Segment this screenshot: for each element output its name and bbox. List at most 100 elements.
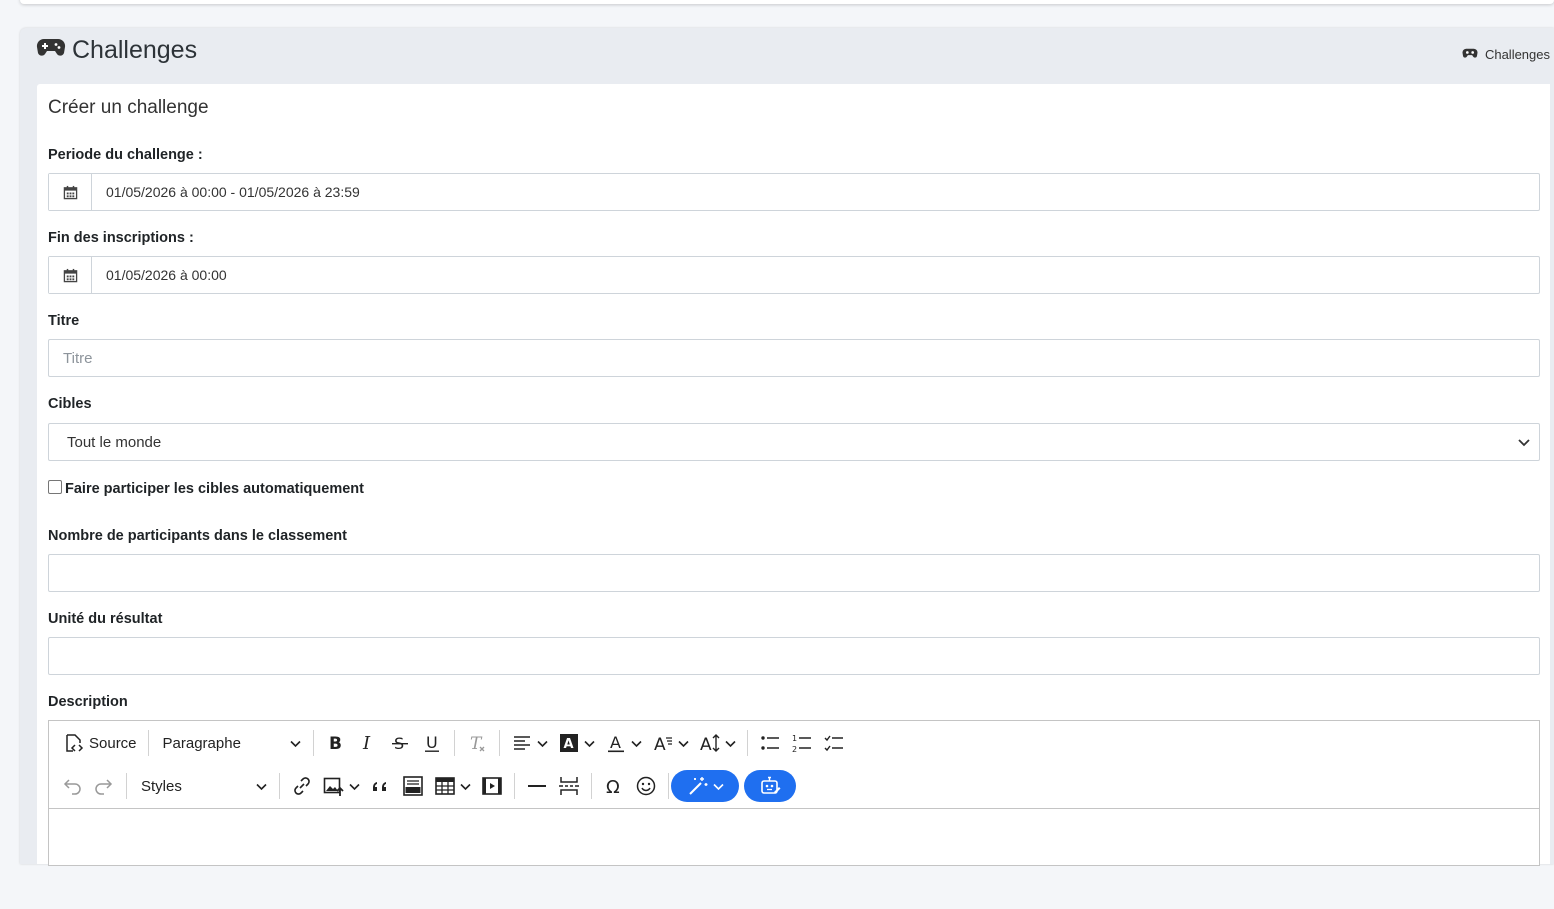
chevron-down-icon [289,740,301,747]
remove-format-button[interactable]: T [461,727,493,759]
editor-content-area[interactable] [49,809,1539,909]
remove-format-icon: T [470,734,484,754]
media-embed-button[interactable] [476,770,508,802]
align-left-icon [513,736,530,750]
blockquote-icon [372,782,386,791]
heading-dropdown-label: Paragraphe [162,734,241,752]
toolbar-separator [498,730,500,756]
italic-icon: I [362,733,371,754]
numbered-list-button[interactable]: 12 [786,727,818,759]
todo-list-icon [824,735,843,752]
page-break-icon [559,777,579,795]
blockquote-button[interactable] [365,770,397,802]
toolbar-row-1: Source Paragraphe B I S U T A A A A 1 2 [49,725,850,761]
ranking-count-field[interactable] [48,554,1540,592]
html-embed-button[interactable] [397,770,429,802]
targets-label: Cibles [48,396,92,412]
horizontal-line-button[interactable] [521,770,553,802]
result-unit-input[interactable] [49,638,1539,674]
breadcrumb-label[interactable]: Challenges [1485,47,1550,62]
auto-participate-label[interactable]: Faire participer les cibles automatiquem… [65,481,364,497]
rich-text-editor[interactable]: Source Paragraphe B I S U T A A A A 1 2 … [48,720,1540,866]
styles-dropdown[interactable]: Styles [133,770,273,802]
omega-icon: Ω [606,777,620,797]
background-color-button[interactable]: A [553,727,600,759]
ranking-count-input[interactable] [49,555,1539,591]
period-value[interactable]: 01/05/2026 à 00:00 - 01/05/2026 à 23:59 [92,184,360,200]
toolbar-separator [312,730,314,756]
robot-icon [761,776,781,794]
chevron-down-icon [630,740,642,747]
auto-participate-row[interactable]: Faire participer les cibles automatiquem… [48,480,364,497]
svg-text:Ω: Ω [606,777,620,797]
toolbar-separator [453,730,455,756]
undo-button[interactable] [56,770,88,802]
font-size-button[interactable]: A [694,727,741,759]
svg-text:2: 2 [792,745,797,754]
ai-chat-button[interactable] [744,770,796,802]
bold-button[interactable]: B [320,727,352,759]
result-unit-label: Unité du résultat [48,611,163,627]
todo-list-button[interactable] [818,727,850,759]
gamepad-icon [1462,47,1478,62]
toolbar-separator [126,773,127,799]
svg-text:A: A [610,733,621,752]
bold-icon: B [329,734,342,754]
bulleted-list-icon [760,736,779,750]
toolbar-row-2: Styles Ω [49,768,796,804]
styles-dropdown-label: Styles [141,777,182,795]
font-color-button[interactable]: A [600,727,647,759]
toolbar-separator [591,773,592,799]
description-label: Description [48,694,128,710]
bulleted-list-button[interactable] [754,727,786,759]
ai-assistant-button[interactable] [671,770,739,802]
page-title-text: Challenges [72,36,198,64]
toolbar-separator [746,730,748,756]
svg-text:T: T [470,734,483,754]
result-unit-field[interactable] [48,637,1540,675]
registration-end-field[interactable]: 01/05/2026 à 00:00 [48,256,1540,294]
chevron-down-icon [349,783,360,790]
underline-button[interactable]: U [416,727,448,759]
insert-table-button[interactable] [429,770,476,802]
svg-text:B: B [329,734,342,754]
period-label: Periode du challenge : [48,147,203,163]
period-field[interactable]: 01/05/2026 à 00:00 - 01/05/2026 à 23:59 [48,173,1540,211]
insert-image-button[interactable] [318,770,365,802]
targets-selected[interactable]: Tout le monde [49,434,1517,451]
svg-text:A: A [654,735,666,754]
ranking-count-label: Nombre de participants dans le classemen… [48,528,347,544]
page-break-button[interactable] [553,770,585,802]
strikethrough-button[interactable]: S [384,727,416,759]
card-header: Challenges Challenges [20,28,1554,84]
italic-button[interactable]: I [352,727,384,759]
title-input[interactable] [49,340,1539,376]
calendar-icon [49,174,92,210]
table-icon [435,777,455,795]
magic-wand-icon [688,777,707,795]
link-icon [294,777,310,795]
auto-participate-checkbox[interactable] [48,480,62,494]
link-button[interactable] [286,770,318,802]
svg-text:A: A [700,735,712,754]
source-button[interactable]: Source [58,727,142,759]
toolbar-separator [147,730,149,756]
chevron-down-icon [460,783,471,790]
section-title: Créer un challenge [48,97,209,118]
underline-icon: U [424,733,439,752]
font-family-icon: A [654,735,672,754]
align-button[interactable] [506,727,553,759]
font-family-button[interactable]: A [647,727,694,759]
registration-end-value[interactable]: 01/05/2026 à 00:00 [92,267,227,283]
source-icon [66,734,84,752]
heading-dropdown[interactable]: Paragraphe [155,727,307,759]
calendar-icon [49,257,92,293]
special-characters-button[interactable]: Ω [598,770,630,802]
targets-select[interactable]: Tout le monde [48,423,1540,461]
toolbar-separator [279,773,280,799]
title-field[interactable] [48,339,1540,377]
content-card: Challenges Challenges Créer un challenge… [20,28,1554,866]
emoji-button[interactable] [630,770,662,802]
redo-button[interactable] [88,770,120,802]
breadcrumb[interactable]: Challenges [1462,47,1550,62]
